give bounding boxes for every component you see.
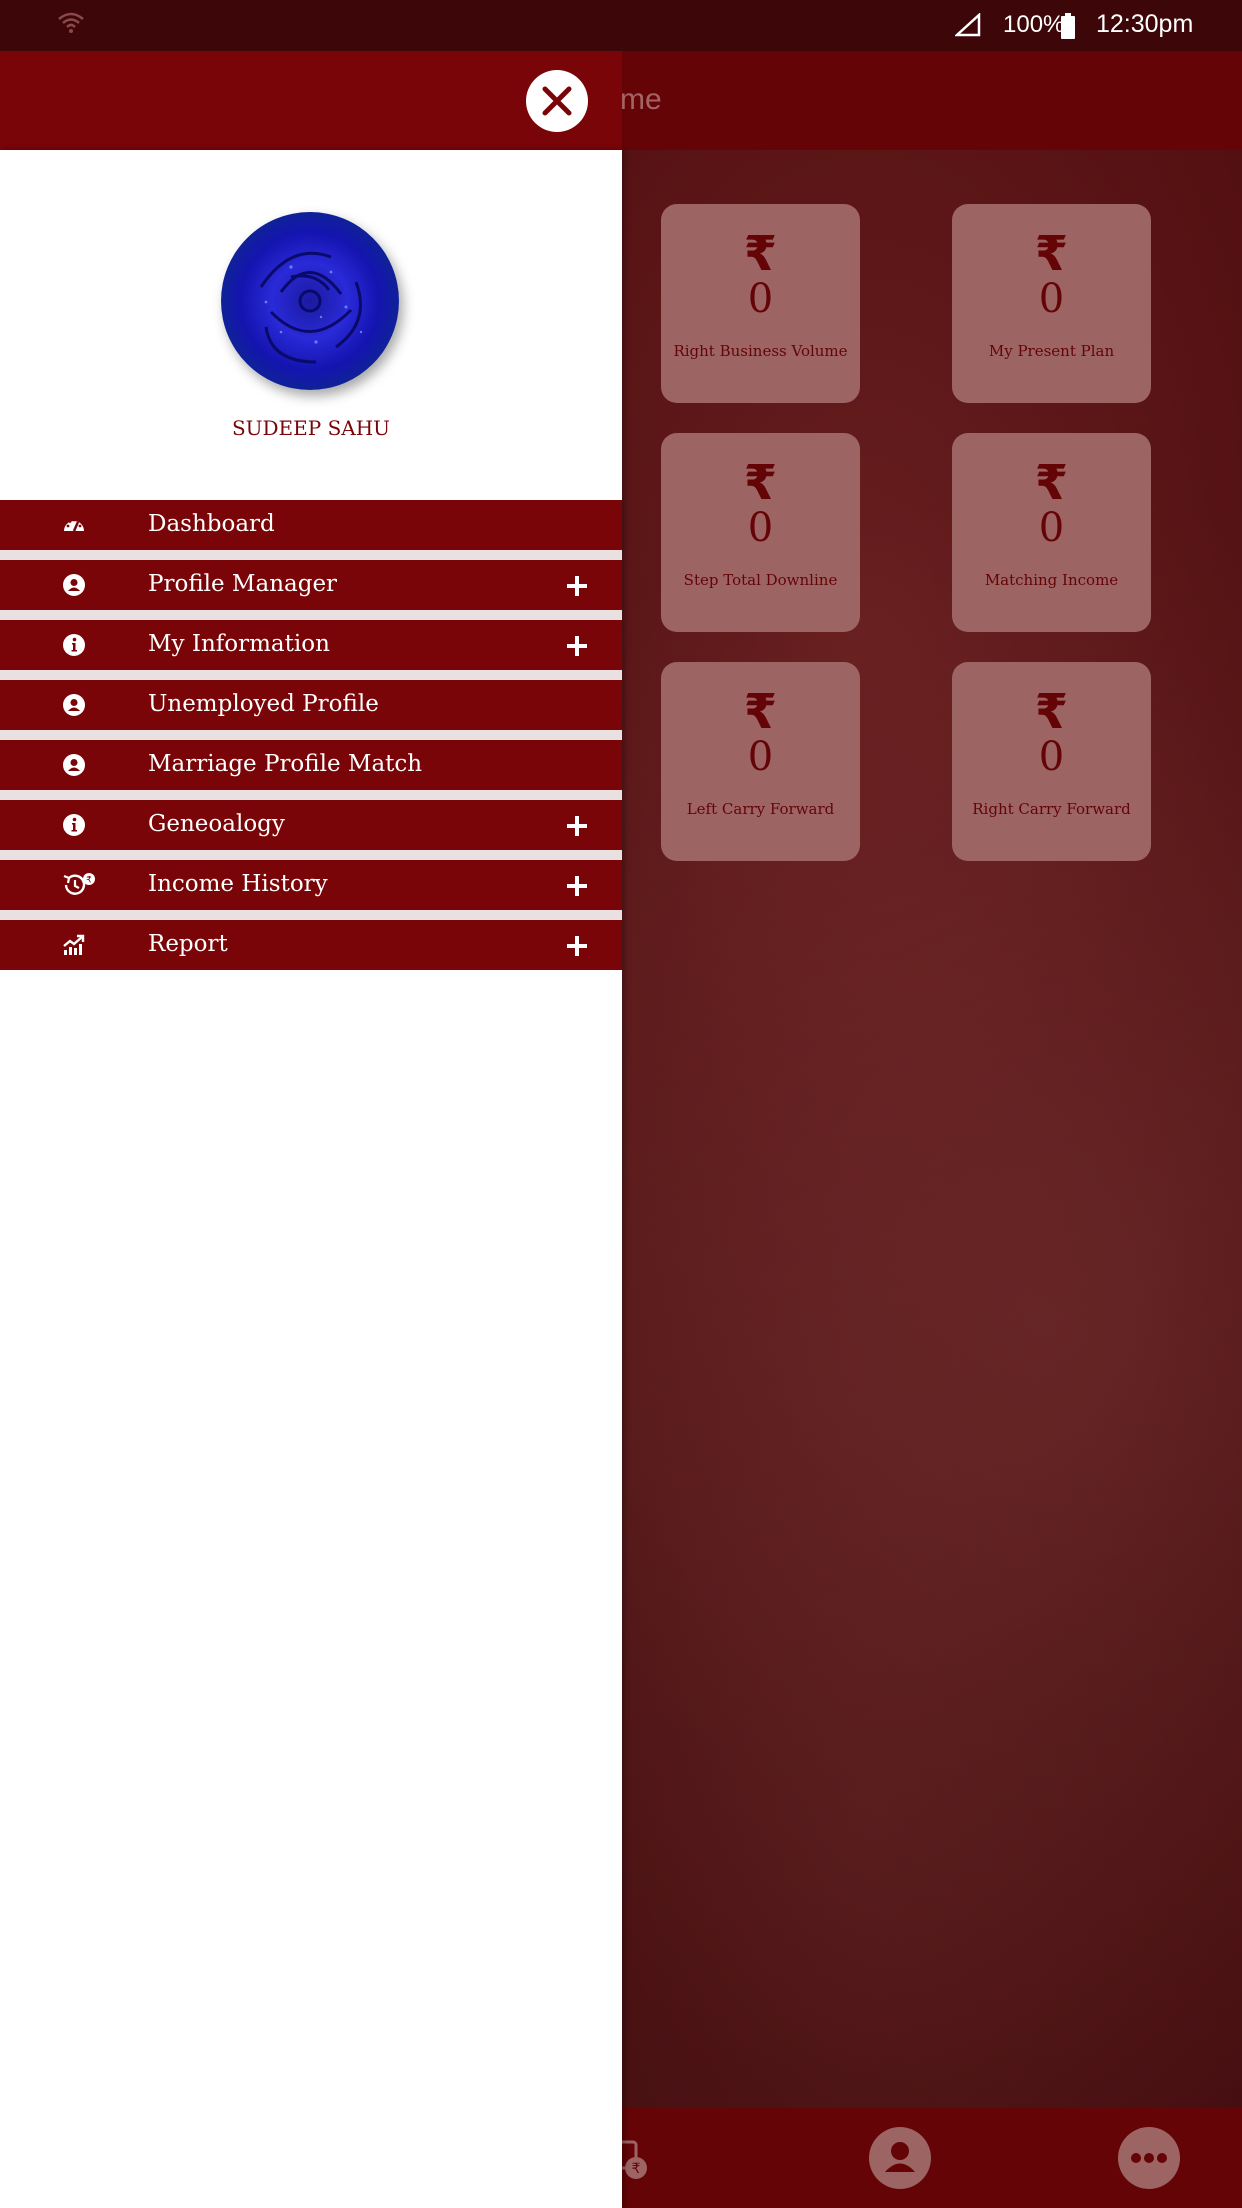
menu-item-unemployed-profile[interactable]: Unemployed Profile xyxy=(0,680,622,730)
menu-item-label: Income History xyxy=(148,871,328,897)
menu-item-marriage-profile-match[interactable]: Marriage Profile Match xyxy=(0,740,622,790)
user-name: SUDEEP SAHU xyxy=(231,416,391,440)
dashboard-icon xyxy=(62,513,86,537)
menu-item-label: Dashboard xyxy=(148,511,275,537)
menu-item-label: Profile Manager xyxy=(148,571,338,597)
close-drawer-button[interactable] xyxy=(526,70,588,132)
user-circle-icon xyxy=(62,753,86,777)
user-circle-icon xyxy=(62,573,86,597)
info-icon xyxy=(62,813,86,837)
menu-divider xyxy=(0,790,622,800)
plus-icon[interactable] xyxy=(565,634,589,664)
menu-item-dashboard[interactable]: Dashboard xyxy=(0,500,622,550)
battery-icon xyxy=(1061,13,1075,44)
menu-item-label: Report xyxy=(148,931,228,957)
navigation-drawer xyxy=(0,150,622,2208)
plus-icon[interactable] xyxy=(565,574,589,604)
menu-item-label: Marriage Profile Match xyxy=(148,751,423,777)
close-icon xyxy=(542,86,572,116)
menu-divider xyxy=(0,910,622,920)
svg-text:₹: ₹ xyxy=(86,876,92,886)
info-icon xyxy=(62,633,86,657)
menu-item-geneoalogy[interactable]: Geneoalogy xyxy=(0,800,622,850)
menu-item-label: Geneoalogy xyxy=(148,811,285,837)
avatar[interactable] xyxy=(221,212,399,390)
chart-up-icon xyxy=(62,933,86,957)
battery-percentage: 100% xyxy=(1003,11,1065,38)
plus-icon[interactable] xyxy=(565,874,589,904)
menu-item-my-information[interactable]: My Information xyxy=(0,620,622,670)
menu-divider xyxy=(0,850,622,860)
menu-divider xyxy=(0,670,622,680)
rose-image xyxy=(259,251,363,364)
clock: 12:30pm xyxy=(1096,10,1194,38)
menu-divider xyxy=(0,610,622,620)
menu-divider xyxy=(0,730,622,740)
menu-item-report[interactable]: Report xyxy=(0,920,622,970)
menu-item-label: My Information xyxy=(148,631,330,657)
menu-divider xyxy=(0,550,622,560)
wifi-icon xyxy=(58,12,84,39)
plus-icon[interactable] xyxy=(565,814,589,844)
status-bar: 100% 12:30pm xyxy=(0,0,1242,51)
menu-item-label: Unemployed Profile xyxy=(148,691,379,717)
signal-icon xyxy=(953,12,981,42)
user-circle-icon xyxy=(62,693,86,717)
plus-icon[interactable] xyxy=(565,934,589,964)
history-rupee-icon: ₹ xyxy=(62,873,96,897)
menu-item-profile-manager[interactable]: Profile Manager xyxy=(0,560,622,610)
menu-item-income-history[interactable]: ₹ Income History xyxy=(0,860,622,910)
